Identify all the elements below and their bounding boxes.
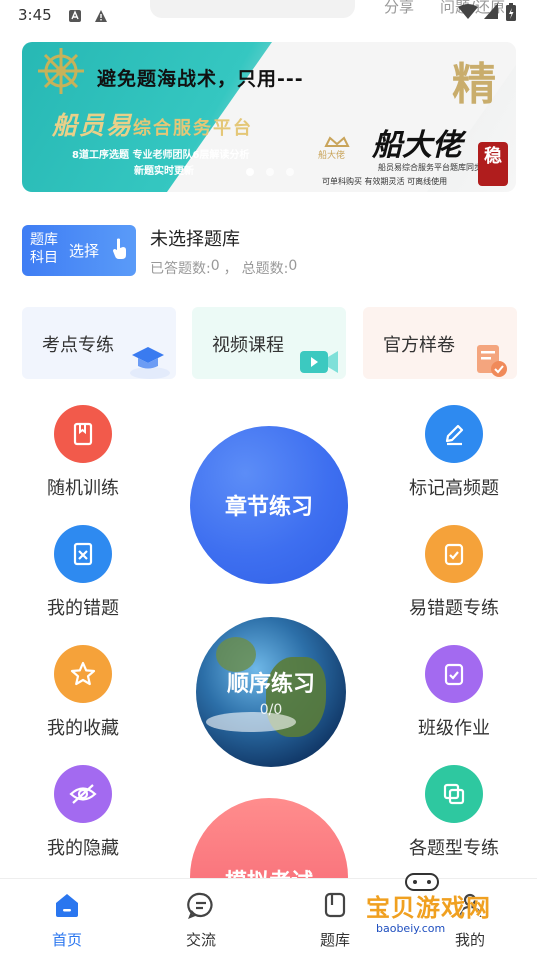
banner-sub-line-1: 8道工序选题 专业老师团队6层解读分析	[72, 150, 250, 161]
watermark-main: 宝贝游戏网	[366, 894, 491, 922]
item-label: 我的错题	[47, 598, 119, 619]
bank-title: 未选择题库	[150, 229, 240, 250]
bank-button-select: 选择	[69, 242, 100, 260]
answered-label: 已答题数:	[150, 261, 211, 277]
question-type-practice-item[interactable]: 各题型专练	[399, 765, 509, 860]
nav-home[interactable]: 首页	[27, 891, 107, 950]
nav-label: 首页	[51, 931, 82, 949]
total-label: 总题数:	[241, 261, 289, 277]
card-official-papers[interactable]: 官方样卷	[363, 307, 517, 379]
banner-dot[interactable]	[246, 168, 254, 176]
ship-wheel-icon	[38, 48, 84, 94]
nav-chat[interactable]: 交流	[161, 891, 241, 950]
site-watermark: 宝贝游戏网 baobeiy.com	[362, 868, 512, 948]
item-label: 班级作业	[418, 718, 490, 739]
top-overlay-pill	[150, 0, 355, 18]
banner-brand-left: 船员易综合服务平台	[52, 111, 254, 140]
video-camera-icon	[300, 351, 338, 373]
banner-logo-small-text: 船大佬	[318, 151, 346, 161]
banner-seal: 稳	[478, 142, 508, 186]
status-time: 3:45	[18, 6, 52, 24]
random-training-item[interactable]: 随机训练	[28, 405, 138, 500]
chapter-practice-label: 章节练习	[224, 495, 313, 520]
banner-sub-line-2: 新题实时更新	[134, 166, 194, 177]
item-label: 各题型专练	[409, 838, 499, 859]
bank-stats: 已答题数: 0 ， 总题数: 0	[150, 258, 297, 278]
chat-icon	[187, 892, 213, 919]
banner-dot[interactable]	[266, 168, 274, 176]
item-label: 标记高频题	[409, 478, 499, 499]
banner-right-desc-1: 船员易综合服务平台题库同步	[378, 163, 482, 172]
banner-right-desc-2: 可单科购买 有效期灵活 可离线使用	[322, 177, 448, 186]
pencil-icon	[425, 405, 483, 463]
eye-off-icon	[54, 765, 112, 823]
promo-banner[interactable]: 避免题海战术，只用--- 船员易综合服务平台 8道工序选题 专业老师团队6层解读…	[22, 42, 516, 192]
banner-pagination	[246, 168, 294, 176]
signal-icon	[484, 3, 498, 19]
status-bar: 3:45 分享 问题/还原	[0, 0, 537, 34]
chapter-practice-button[interactable]: 章节练习	[190, 426, 348, 584]
bank-button-line1: 题库	[30, 232, 58, 248]
notification-app-icon	[69, 10, 81, 22]
home-icon	[56, 894, 78, 917]
wifi-icon	[458, 4, 478, 19]
item-label: 我的收藏	[47, 718, 119, 739]
error-book-icon	[54, 525, 112, 583]
question-bank-icon	[324, 892, 346, 918]
watermark-url: baobeiy.com	[376, 922, 446, 935]
warning-icon	[95, 10, 107, 22]
card-label: 考点专练	[42, 335, 114, 356]
nav-label: 交流	[185, 931, 216, 949]
banner-headline: 避免题海战术，只用---	[97, 68, 304, 90]
stats-separator: ，	[223, 261, 238, 277]
card-label: 视频课程	[212, 335, 284, 356]
sequence-practice-label: 顺序练习	[226, 672, 315, 697]
assignment-icon	[425, 645, 483, 703]
my-wrong-questions-item[interactable]: 我的错题	[28, 525, 138, 620]
answered-value: 0	[210, 258, 220, 274]
card-exam-points[interactable]: 考点专练	[22, 307, 176, 379]
item-label: 我的隐藏	[47, 838, 119, 859]
app-screen: 3:45 分享 问题/还原 避免题海战术	[0, 0, 537, 956]
copy-icon	[425, 765, 483, 823]
share-link[interactable]: 分享	[384, 0, 414, 17]
class-assignment-item[interactable]: 班级作业	[399, 645, 509, 740]
banner-brand-right: 船大佬	[372, 128, 462, 163]
checklist-icon	[425, 525, 483, 583]
document-check-icon	[477, 345, 507, 377]
bank-button-line2: 科目	[30, 250, 58, 266]
my-hidden-item[interactable]: 我的隐藏	[28, 765, 138, 860]
card-video-course[interactable]: 视频课程	[192, 307, 346, 379]
select-bank-button[interactable]: 题库 科目 选择	[22, 225, 136, 276]
error-prone-practice-item[interactable]: 易错题专练	[399, 525, 509, 620]
star-icon	[54, 645, 112, 703]
banner-brand-suffix: 综合服务平台	[133, 118, 254, 139]
banner-dot[interactable]	[286, 168, 294, 176]
item-label: 易错题专练	[409, 598, 499, 619]
battery-icon	[506, 3, 516, 21]
book-icon	[54, 405, 112, 463]
sequence-practice-button[interactable]: 顺序练习 0/0	[196, 617, 346, 767]
my-favorites-item[interactable]: 我的收藏	[28, 645, 138, 740]
earth-cloud-decor	[206, 712, 296, 732]
total-value: 0	[288, 258, 298, 274]
mark-frequent-item[interactable]: 标记高频题	[399, 405, 509, 500]
graduation-cap-icon	[130, 347, 170, 379]
item-label: 随机训练	[47, 478, 119, 499]
sequence-progress: 0/0	[259, 702, 283, 718]
pointer-hand-icon	[113, 238, 126, 259]
card-label: 官方样卷	[383, 335, 455, 356]
banner-jing-char: 精	[452, 59, 496, 110]
